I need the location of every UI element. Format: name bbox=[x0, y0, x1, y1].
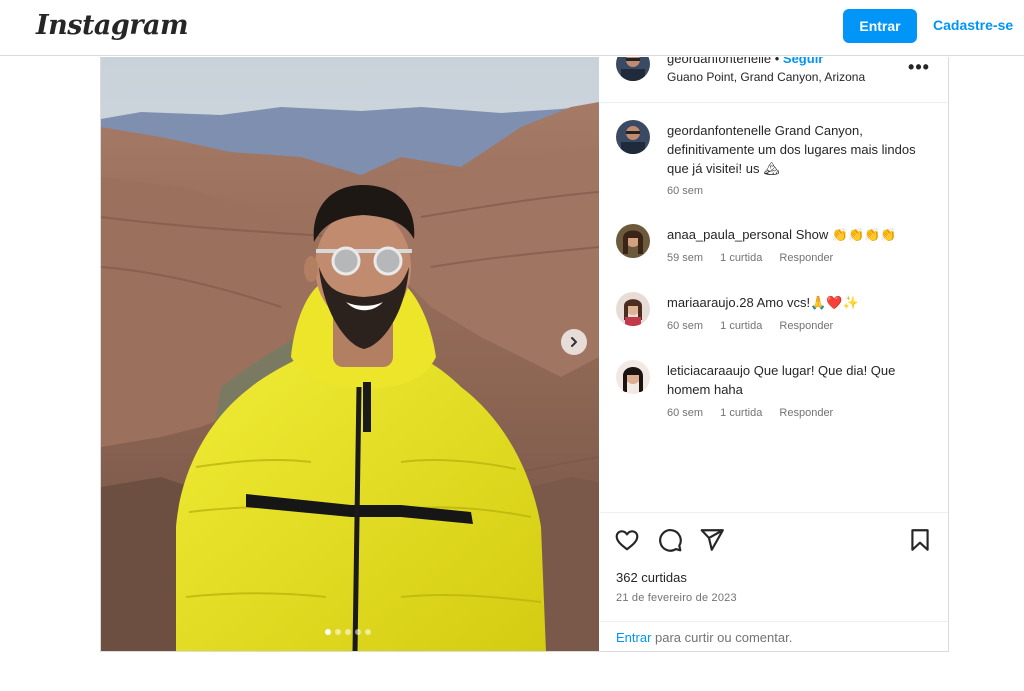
carousel-dot bbox=[355, 629, 361, 635]
comment-button[interactable] bbox=[657, 527, 683, 553]
like-button[interactable] bbox=[614, 527, 640, 553]
signup-link[interactable]: Cadastre-se bbox=[933, 17, 1013, 33]
reply-button[interactable]: Responder bbox=[779, 407, 833, 419]
comment-text: mariaaraujo.28 Amo vcs!🙏❤️✨ bbox=[667, 293, 937, 312]
carousel-dot bbox=[345, 629, 351, 635]
comment-body: Amo vcs!🙏❤️✨ bbox=[756, 295, 859, 310]
comment-meta: 60 sem 1 curtida Responder bbox=[667, 407, 847, 419]
heart-icon bbox=[615, 530, 639, 551]
post-header: geordanfontenelle • Seguir Guano Point, … bbox=[600, 57, 948, 103]
bookmark-icon bbox=[911, 529, 929, 551]
post-actions: 362 curtidas 21 de fevereiro de 2023 bbox=[600, 512, 948, 622]
commenter-avatar[interactable] bbox=[616, 224, 650, 258]
caption-username[interactable]: geordanfontenelle bbox=[667, 123, 771, 138]
author-line: geordanfontenelle • Seguir bbox=[667, 57, 823, 66]
comment-time[interactable]: 60 sem bbox=[667, 407, 703, 419]
comment-text: anaa_paula_personal Show 👏👏👏👏 bbox=[667, 225, 937, 244]
comment-username[interactable]: anaa_paula_personal bbox=[667, 227, 792, 242]
comment-meta: 60 sem 1 curtida Responder bbox=[667, 320, 847, 332]
post-photo[interactable] bbox=[101, 57, 599, 651]
likes-count[interactable]: 362 curtidas bbox=[616, 570, 687, 585]
login-prompt-link[interactable]: Entrar bbox=[616, 630, 651, 645]
comment-time[interactable]: 60 sem bbox=[667, 320, 703, 332]
separator-dot: • bbox=[774, 57, 780, 66]
reply-button[interactable]: Responder bbox=[779, 252, 833, 264]
carousel-indicator bbox=[325, 629, 371, 635]
comment-likes[interactable]: 1 curtida bbox=[720, 407, 762, 419]
author-avatar[interactable] bbox=[616, 120, 650, 154]
share-button[interactable] bbox=[699, 527, 725, 553]
comment-time[interactable]: 59 sem bbox=[667, 252, 703, 264]
login-prompt-text: para curtir ou comentar. bbox=[651, 630, 793, 645]
comment-icon bbox=[659, 529, 682, 552]
chevron-right-icon bbox=[571, 337, 577, 347]
commenter-avatar[interactable] bbox=[616, 360, 650, 394]
caption-time[interactable]: 60 sem bbox=[667, 185, 703, 197]
post-sidebar: geordanfontenelle • Seguir Guano Point, … bbox=[600, 57, 948, 651]
post-date[interactable]: 21 de fevereiro de 2023 bbox=[616, 592, 737, 604]
commenter-avatar[interactable] bbox=[616, 292, 650, 326]
share-icon bbox=[700, 529, 724, 551]
comments-list: geordanfontenelle Grand Canyon, definiti… bbox=[600, 104, 948, 511]
login-prompt: Entrar para curtir ou comentar. bbox=[600, 621, 948, 651]
instagram-logo[interactable]: Instagram bbox=[36, 10, 189, 41]
grand-canyon-photo bbox=[101, 57, 599, 651]
comment-username[interactable]: mariaaraujo.28 bbox=[667, 295, 754, 310]
reply-button[interactable]: Responder bbox=[779, 320, 833, 332]
login-button[interactable]: Entrar bbox=[843, 9, 917, 43]
follow-button[interactable]: Seguir bbox=[783, 57, 823, 66]
save-button[interactable] bbox=[907, 527, 933, 553]
author-username[interactable]: geordanfontenelle bbox=[667, 57, 771, 66]
comment-text: leticiacaraaujo Que lugar! Que dia! Que … bbox=[667, 361, 937, 399]
caption-meta: 60 sem bbox=[667, 185, 717, 197]
comment-likes[interactable]: 1 curtida bbox=[720, 320, 762, 332]
comment-likes[interactable]: 1 curtida bbox=[720, 252, 762, 264]
more-options-button[interactable]: ••• bbox=[906, 57, 932, 77]
top-navigation: Instagram Entrar Cadastre-se bbox=[0, 0, 1024, 56]
carousel-dot bbox=[365, 629, 371, 635]
comment-meta: 59 sem 1 curtida Responder bbox=[667, 252, 847, 264]
author-avatar[interactable] bbox=[616, 57, 650, 81]
post-card: geordanfontenelle • Seguir Guano Point, … bbox=[100, 57, 949, 652]
carousel-dot bbox=[325, 629, 331, 635]
comment-username[interactable]: leticiacaraaujo bbox=[667, 363, 750, 378]
carousel-next-button[interactable] bbox=[561, 329, 587, 355]
more-icon: ••• bbox=[908, 57, 930, 77]
post-location[interactable]: Guano Point, Grand Canyon, Arizona bbox=[667, 70, 865, 84]
comment-body: Show 👏👏👏👏 bbox=[795, 227, 897, 242]
caption-text: geordanfontenelle Grand Canyon, definiti… bbox=[667, 121, 937, 178]
carousel-dot bbox=[335, 629, 341, 635]
